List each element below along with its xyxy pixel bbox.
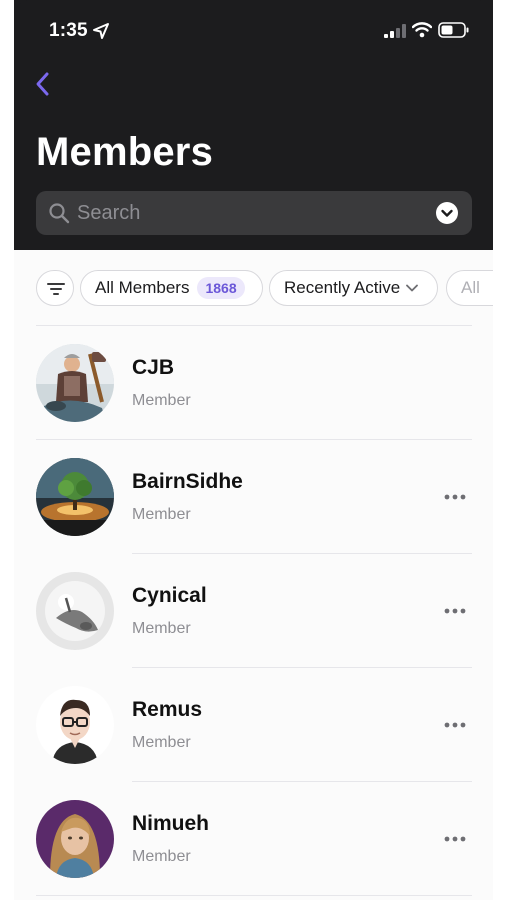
more-options-icon[interactable]	[442, 602, 468, 620]
sort-label: Recently Active	[284, 278, 401, 297]
chevron-down-circle-icon[interactable]	[436, 202, 458, 224]
avatar	[36, 686, 114, 764]
all-members-label: All Members	[95, 278, 190, 297]
chevron-left-icon[interactable]	[32, 70, 54, 98]
battery-icon	[438, 22, 469, 38]
partial-chip-label: All	[461, 278, 480, 297]
member-name: BairnSidhe	[132, 470, 243, 493]
header: 1:35 Members Search	[14, 0, 493, 250]
status-time: 1:35	[49, 20, 88, 41]
sort-dropdown[interactable]: Recently Active	[269, 270, 438, 306]
member-role: Member	[132, 734, 191, 751]
member-name: Remus	[132, 698, 203, 721]
avatar	[36, 800, 114, 878]
avatar	[36, 458, 114, 536]
member-name: Cynical	[132, 584, 207, 607]
all-members-chip[interactable]: All Members 1868	[80, 270, 263, 306]
member-name: Nimueh	[132, 812, 210, 835]
filter-lines-icon	[47, 283, 65, 295]
member-row[interactable]: BairnSidhe Member	[14, 440, 493, 554]
partial-filter-chip[interactable]: All	[446, 270, 493, 306]
member-name: CJB	[132, 356, 175, 379]
avatar	[36, 344, 114, 422]
page-title: Members	[36, 130, 214, 174]
member-row[interactable]: CJB Member	[14, 326, 493, 440]
app-screen: 1:35 Members Search All Members 1868 Rec…	[14, 0, 493, 900]
member-row[interactable]: Cynical Member	[14, 554, 493, 668]
member-role: Member	[132, 392, 191, 409]
more-options-icon[interactable]	[442, 716, 468, 734]
member-row[interactable]: Remus Member	[14, 668, 493, 782]
search-icon	[49, 203, 70, 224]
wifi-icon	[412, 22, 432, 38]
avatar	[36, 572, 114, 650]
filter-bar: All Members 1868 Recently Active All	[36, 270, 493, 308]
member-role: Member	[132, 506, 191, 523]
filter-button[interactable]	[36, 270, 74, 306]
chevron-down-icon	[406, 284, 419, 292]
more-options-icon[interactable]	[442, 488, 468, 506]
cellular-signal-icon	[384, 24, 406, 38]
more-options-icon[interactable]	[442, 830, 468, 848]
member-role: Member	[132, 620, 191, 637]
location-arrow-icon	[93, 23, 109, 39]
member-count-badge: 1868	[197, 277, 245, 299]
member-role: Member	[132, 848, 191, 865]
search-input[interactable]: Search	[36, 191, 472, 235]
search-placeholder: Search	[77, 202, 141, 224]
member-row[interactable]: Nimueh Member	[14, 782, 493, 896]
